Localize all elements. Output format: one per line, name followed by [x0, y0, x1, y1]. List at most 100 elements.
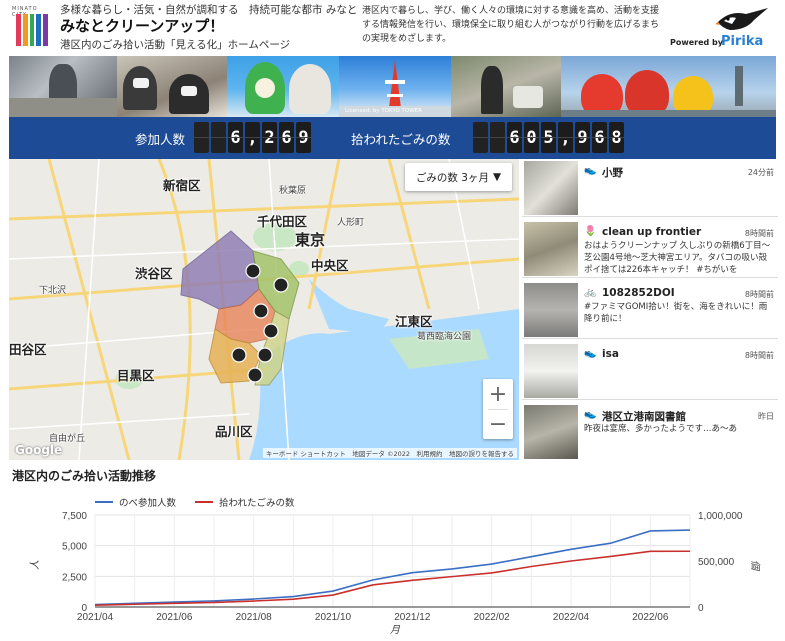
map-label-akihabara: 秋葉原	[279, 186, 307, 196]
feed-username[interactable]: 港区立港南図書館	[602, 409, 686, 424]
left-axis-tick-label: 7,500	[62, 511, 87, 522]
trash-count-label: 拾われたごみの数	[351, 132, 451, 147]
google-logo[interactable]: Google	[15, 443, 62, 457]
participants-label: 参加人数	[135, 132, 186, 147]
x-axis-tick-label: 2022/02	[474, 612, 511, 623]
feed-item[interactable]: 👟 港区立港南図書館 昨日 昨夜は宴席、多かったようです…あ〜あ	[522, 403, 778, 460]
trash-map[interactable]: 新宿区 秋葉原 千代田区 人形町 東京 中央区 渋谷区 下北沢 江東区 葛西臨海…	[9, 159, 519, 460]
trash-marker[interactable]	[245, 263, 261, 279]
left-axis-label: 人	[29, 560, 41, 570]
feed-photo[interactable]	[524, 161, 578, 215]
x-axis-tick-label: 2021/06	[156, 612, 193, 623]
shoe-icon: 👟	[584, 348, 597, 359]
feed-time: 8時間前	[744, 229, 774, 238]
chart-section-title: 港区内のごみ拾い活動推移	[12, 469, 157, 483]
trash-digit: 9	[575, 122, 590, 153]
trash-marker[interactable]	[273, 277, 289, 293]
participants-digit	[194, 122, 209, 153]
feed-username[interactable]: clean up frontier	[602, 226, 701, 238]
right-axis-tick-label: 1,000,000	[698, 511, 743, 522]
banner-photo-mascots-odaiba	[561, 56, 776, 117]
feed-photo[interactable]	[524, 222, 578, 276]
photo-banner: Licensed: by TOKYO TOWER	[9, 56, 776, 117]
trash-period-dropdown[interactable]: ごみの数 3ヶ月 ▼	[405, 163, 512, 191]
pirika-brand: Pirika	[721, 34, 764, 49]
map-label-shinagawa: 品川区	[215, 424, 253, 439]
right-axis-label: 個	[749, 560, 761, 572]
license-text: Licensed: by TOKYO TOWER	[345, 108, 422, 114]
x-axis-label: 月	[390, 625, 401, 636]
pirika-bird-icon	[716, 8, 768, 30]
feed-message: #ファミマGOMI拾い！街を、海をきれいに！雨降り前に！	[584, 302, 768, 324]
trash-marker[interactable]	[247, 367, 263, 383]
feed-username[interactable]: 1082852DOI	[602, 287, 675, 299]
map-label-meguro: 目黒区	[117, 368, 155, 383]
banner-photo-mascots	[227, 56, 339, 117]
feed-item[interactable]: 👟 isa 8時間前	[522, 342, 778, 400]
x-axis-tick-label: 2021/04	[77, 612, 114, 623]
x-axis-tick-label: 2022/04	[553, 612, 590, 623]
map-label-shinjuku: 新宿区	[163, 178, 201, 193]
feed-time: 24分前	[747, 168, 774, 177]
site-title[interactable]: みなとクリーンアップ！	[60, 15, 224, 36]
participants-digit: 6	[279, 122, 294, 153]
feed-photo[interactable]	[524, 405, 578, 459]
feed-username[interactable]: isa	[602, 348, 619, 360]
trash-marker[interactable]	[257, 347, 273, 363]
trash-digit: 0	[524, 122, 539, 153]
shoe-icon: 👟	[584, 165, 597, 176]
zoom-out-button[interactable]: −	[483, 409, 513, 439]
left-axis-tick-label: 5,000	[62, 542, 87, 553]
map-label-koto: 江東区	[395, 314, 433, 329]
legend-label: のべ参加人数	[119, 497, 177, 509]
participants-digit: 9	[296, 122, 311, 153]
powered-by-pirika[interactable]: Powered by Pirika	[668, 6, 778, 52]
map-label-chuo: 中央区	[311, 258, 349, 273]
trash-marker[interactable]	[253, 303, 269, 319]
trash-digit: 6	[507, 122, 522, 153]
minato-city-logo[interactable]: MINATO CITY	[12, 6, 54, 50]
zoom-in-button[interactable]: +	[483, 379, 513, 409]
activity-trend-chart: 02,5005,0007,5000500,0001,000,0002021/04…	[29, 497, 761, 636]
feed-time: 8時間前	[744, 351, 774, 360]
banner-photo-statue	[9, 56, 117, 117]
series-line-2	[94, 550, 691, 606]
map-attribution[interactable]: キーボード ショートカット 地図データ ©2022 利用規約 地図の誤りを報告す…	[262, 448, 517, 458]
left-axis-tick-label: 2,500	[62, 572, 87, 583]
x-axis-tick-label: 2021/10	[315, 612, 352, 623]
map-canvas	[9, 159, 519, 460]
logo-stripes	[16, 14, 48, 46]
participants-digit: 6	[228, 122, 243, 153]
trash-marker[interactable]	[263, 323, 279, 339]
feed-message: おはようクリーンナップ 久しぶりの新橋6丁目〜芝公園4号地〜芝大神宮エリア。タバ…	[584, 241, 771, 275]
map-label-ningyocho: 人形町	[337, 218, 365, 228]
dropdown-label: ごみの数 3ヶ月	[415, 171, 489, 184]
feed-photo[interactable]	[524, 283, 578, 337]
feed-time: 8時間前	[744, 290, 774, 299]
feed-photo[interactable]	[524, 344, 578, 398]
trash-digit: 6	[592, 122, 607, 153]
trash-digit	[490, 122, 505, 153]
site-header: MINATO CITY 多様な暮らし・活気・自然が調和する 持続可能な都市 みな…	[0, 0, 785, 56]
banner-photo-cleanup	[451, 56, 561, 117]
map-label-shibuya: 渋谷区	[135, 266, 173, 281]
shoe-icon: 👟	[584, 409, 597, 420]
trash-digit: 5	[541, 122, 556, 153]
flower-icon: 🌷	[584, 226, 597, 237]
trash-digit	[473, 122, 488, 153]
feed-item[interactable]: 🌷 clean up frontier 8時間前 おはようクリーンナップ 久しぶ…	[522, 220, 778, 278]
banner-photo-volunteers	[117, 56, 227, 117]
participants-digit: 2	[262, 122, 277, 153]
x-axis-tick-label: 2021/12	[394, 612, 431, 623]
x-axis-tick-label: 2021/08	[236, 612, 273, 623]
feed-item[interactable]: 👟 小野 24分前	[522, 159, 778, 217]
trash-digit: ,	[558, 122, 573, 153]
banner-photo-tokyo-tower: Licensed: by TOKYO TOWER	[339, 56, 451, 117]
feed-username[interactable]: 小野	[602, 165, 623, 180]
trash-counter: 6 0 5 , 9 6 8	[473, 122, 624, 153]
feed-item[interactable]: 🚲 1082852DOI 8時間前 #ファミマGOMI拾い！街を、海をきれいに！…	[522, 281, 778, 339]
participants-digit: ,	[245, 122, 260, 153]
map-label-chiyoda: 千代田区	[257, 214, 308, 229]
trash-marker[interactable]	[231, 347, 247, 363]
participants-counter: 6 , 2 6 9	[194, 122, 311, 153]
